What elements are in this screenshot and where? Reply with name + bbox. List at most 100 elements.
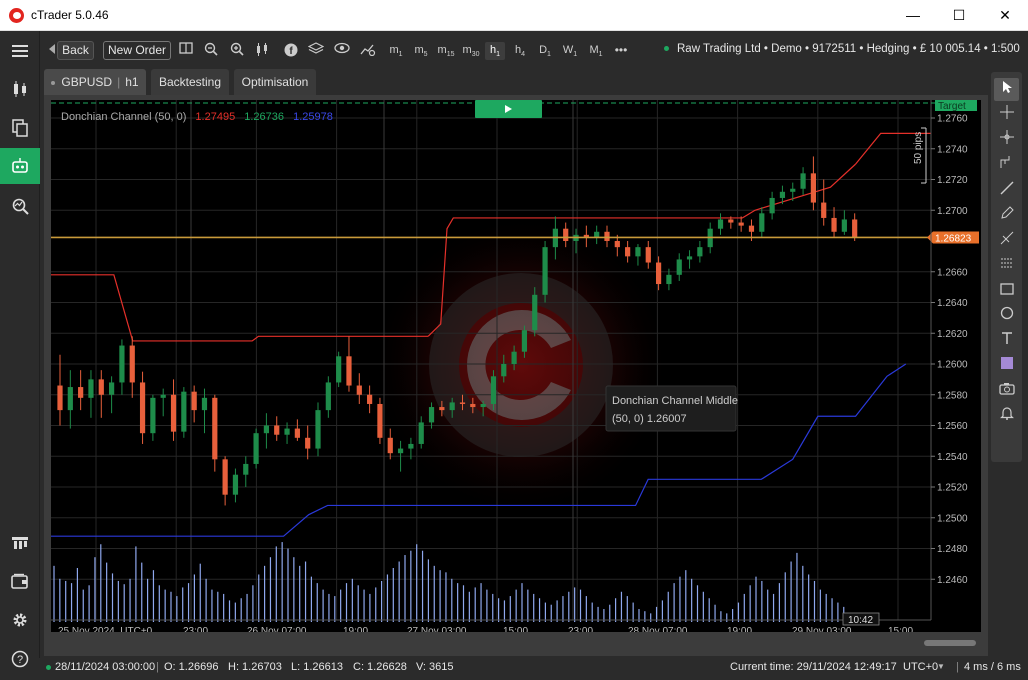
alert-bell-icon[interactable] [994,404,1019,427]
more-timeframes-button[interactable]: ••• [610,42,632,60]
crosshair-icon[interactable] [994,103,1019,126]
tab-symbol-chart[interactable]: GBPUSD | h1 [44,69,146,95]
close-button[interactable]: ✕ [982,0,1028,31]
x-tick-label: 23:00 [568,626,593,632]
tab-backtesting[interactable]: Backtesting [151,69,229,95]
tooltip-value: (50, 0) 1.26007 [612,413,687,425]
crosshair-alt-icon[interactable] [994,128,1019,151]
y-tick-label: 1.2740 [937,144,968,155]
candle-body [232,474,239,495]
candle-body [191,391,197,411]
candle-body [655,262,662,285]
new-order-button[interactable]: New Order [103,41,171,60]
candle-body [769,197,775,214]
y-tick-label: 1.2640 [937,298,968,309]
candle-body [119,345,125,383]
zoom-in-icon[interactable] [228,42,246,59]
timeframe-m5[interactable]: m5 [411,42,431,60]
volume-bars [53,542,845,622]
fibonacci-icon[interactable] [994,229,1019,252]
x-tick-label: 25 Nov 2024, UTC+0 [58,626,153,632]
timeframe-mn1[interactable]: M1 [586,42,606,60]
price-chart[interactable]: 1.26823 1.2760 1.2740 1.2720 1.2700 1.2660 1.… [51,98,981,637]
text-tool-icon[interactable] [994,329,1019,352]
candle-body [635,247,641,257]
candle-body [542,247,548,295]
menu-icon[interactable] [0,33,40,69]
zoom-out-icon[interactable] [202,42,220,59]
chart-type-candles-icon[interactable] [254,42,272,59]
timeframe-h4[interactable]: h4 [510,42,530,60]
chevron-down-icon[interactable]: ▼ [937,658,945,676]
candle-body [181,391,187,432]
back-button[interactable]: Back [57,41,94,60]
circle-icon[interactable] [994,304,1019,327]
minimize-button[interactable]: — [890,0,936,31]
candle-body [759,213,765,232]
candle-body [243,463,249,475]
camera-icon[interactable] [994,379,1019,402]
y-tick-label: 1.2720 [937,175,968,186]
candle-body [614,241,620,248]
tooltip-title: Donchian Channel Middle [612,395,738,407]
ctrader-logo-icon [9,8,24,23]
color-picker-icon[interactable] [994,354,1019,377]
candle-body [397,448,404,454]
chart-canvas[interactable]: 1.26823 1.27601.27401.27201.27001.26601.… [51,98,981,637]
high-value: H: 1.26703 [228,661,282,673]
candle-body [779,191,786,198]
candle-body [800,173,806,189]
eye-icon[interactable] [333,42,351,59]
cursor-icon[interactable] [994,78,1019,101]
x-tick-label: 23:00 [183,626,208,632]
rectangle-icon[interactable] [994,279,1019,302]
settings-gear-icon[interactable] [0,602,40,638]
copy-icon[interactable] [0,110,40,146]
tab-optimisation[interactable]: Optimisation [234,69,316,95]
chart-layout-icon[interactable] [177,42,195,59]
pen-icon[interactable] [994,204,1019,227]
wallet-icon[interactable] [0,563,40,599]
candle-body [686,256,693,260]
candle-body [294,428,300,438]
help-icon[interactable]: ? [0,641,40,677]
chart-container: 1.26823 1.2760 1.2740 1.2720 1.2700 1.2660 1.… [44,95,988,656]
copy-trading-icon[interactable] [0,525,40,561]
candle-body [790,188,796,192]
timeframe-m1[interactable]: m1 [386,42,406,60]
timezone-selector[interactable]: UTC+0 [903,658,938,676]
candle-body [676,259,682,275]
y-tick-label: 1.2660 [937,267,968,278]
price-axis[interactable]: 1.2760 1.2740 1.2720 1.2700 1.2660 1.2640 1.26… [930,100,968,620]
timeframe-h1[interactable]: h1 [485,42,505,60]
fib-levels-icon[interactable] [994,254,1019,277]
x-tick-label: 29 Nov 03:00 [792,626,852,632]
y-tick-label: 1.2760 [937,114,968,125]
timeframe-m15[interactable]: m15 [436,42,456,60]
candle-body [449,402,455,411]
bar-time: 28/11/2024 03:00:00 [55,661,156,673]
algo-robot-icon[interactable] [0,148,40,184]
trade-candles-icon[interactable] [0,71,40,107]
ruler-icon[interactable] [994,153,1019,176]
indicator-legend: Donchian Channel (50, 0) 1.27495 1.26736… [61,111,333,123]
status-bar: 28/11/2024 03:00:00 | O: 1.26696 H: 1.26… [40,658,1028,680]
trendline-icon[interactable] [994,179,1019,202]
x-tick-label: 15:00 [503,626,528,632]
maximize-button[interactable]: ☐ [936,0,982,31]
indicator-upper-value: 1.27495 [195,111,235,123]
analyze-icon[interactable] [0,188,40,224]
account-info[interactable]: Raw Trading Ltd • Demo • 9172511 • Hedgi… [664,43,1020,55]
layers-icon[interactable] [307,42,325,59]
timeframe-m30[interactable]: m30 [461,42,481,60]
timeframe-w1[interactable]: W1 [560,42,580,60]
chart-settings-icon[interactable] [359,42,377,59]
horizontal-scrollbar[interactable] [924,640,976,646]
candle-body [305,437,311,449]
timeframe-d1[interactable]: D1 [535,42,555,60]
tab-dot-icon [51,80,56,85]
indicator-lower-value: 1.25978 [293,111,333,123]
indicators-icon[interactable]: f [282,42,300,59]
candle-body [810,173,816,203]
y-tick-label: 1.2540 [937,452,968,463]
